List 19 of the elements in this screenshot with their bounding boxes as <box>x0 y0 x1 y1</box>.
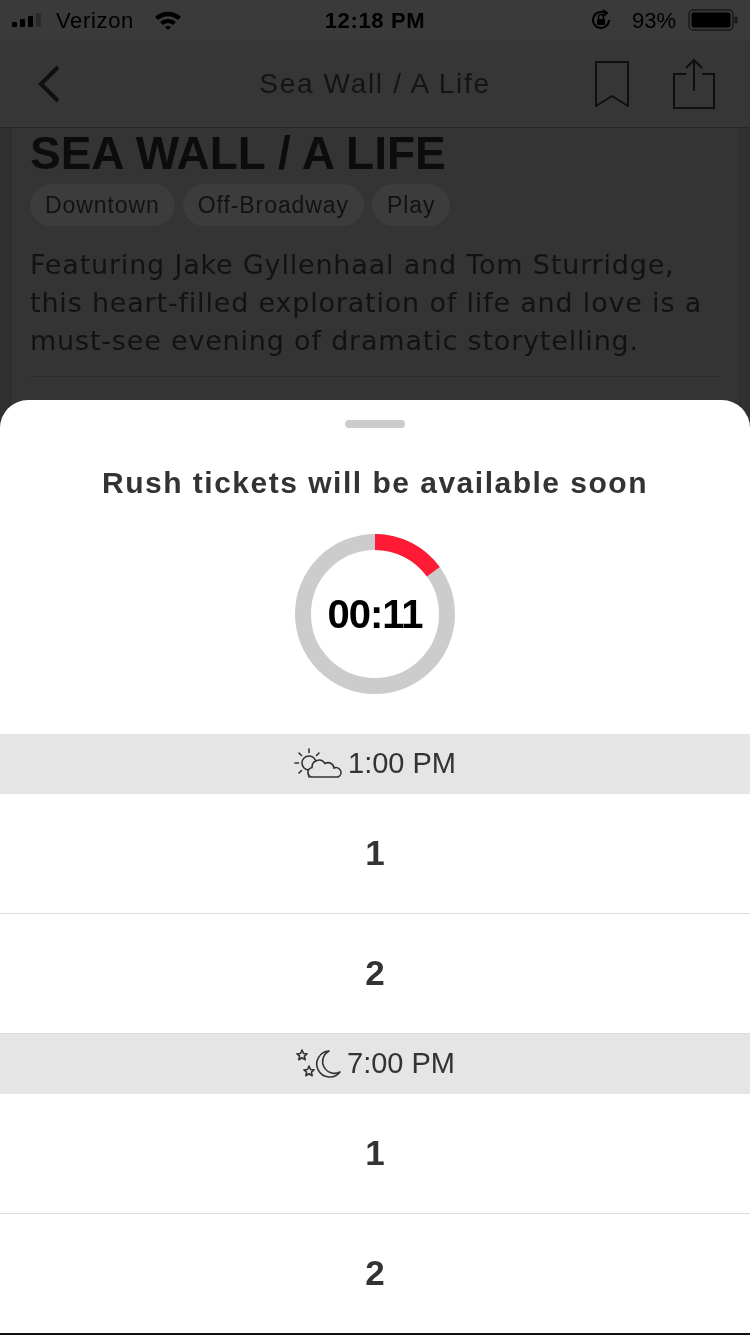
share-button[interactable] <box>672 57 716 110</box>
status-time: 12:18 PM <box>324 6 426 35</box>
battery-icon <box>688 9 738 31</box>
carrier-name: Verizon <box>56 6 134 35</box>
bookmark-button[interactable] <box>594 59 630 108</box>
signal-strength-icon <box>12 13 44 27</box>
orientation-lock-icon <box>589 9 612 31</box>
session-time: 1:00 PM <box>348 746 456 782</box>
share-icon <box>672 57 716 110</box>
battery-percent: 93% <box>631 6 676 35</box>
session-time: 7:00 PM <box>347 1046 455 1082</box>
back-chevron-icon <box>36 64 62 103</box>
wifi-icon <box>154 10 182 30</box>
bookmark-icon <box>594 59 630 108</box>
sheet-grab-handle[interactable] <box>345 420 405 428</box>
sun-cloud-icon <box>294 748 344 780</box>
sheet-title: Rush tickets will be available soon <box>102 465 648 501</box>
stars-moon-icon <box>295 1048 343 1080</box>
countdown-time: 00:11 <box>327 594 423 634</box>
